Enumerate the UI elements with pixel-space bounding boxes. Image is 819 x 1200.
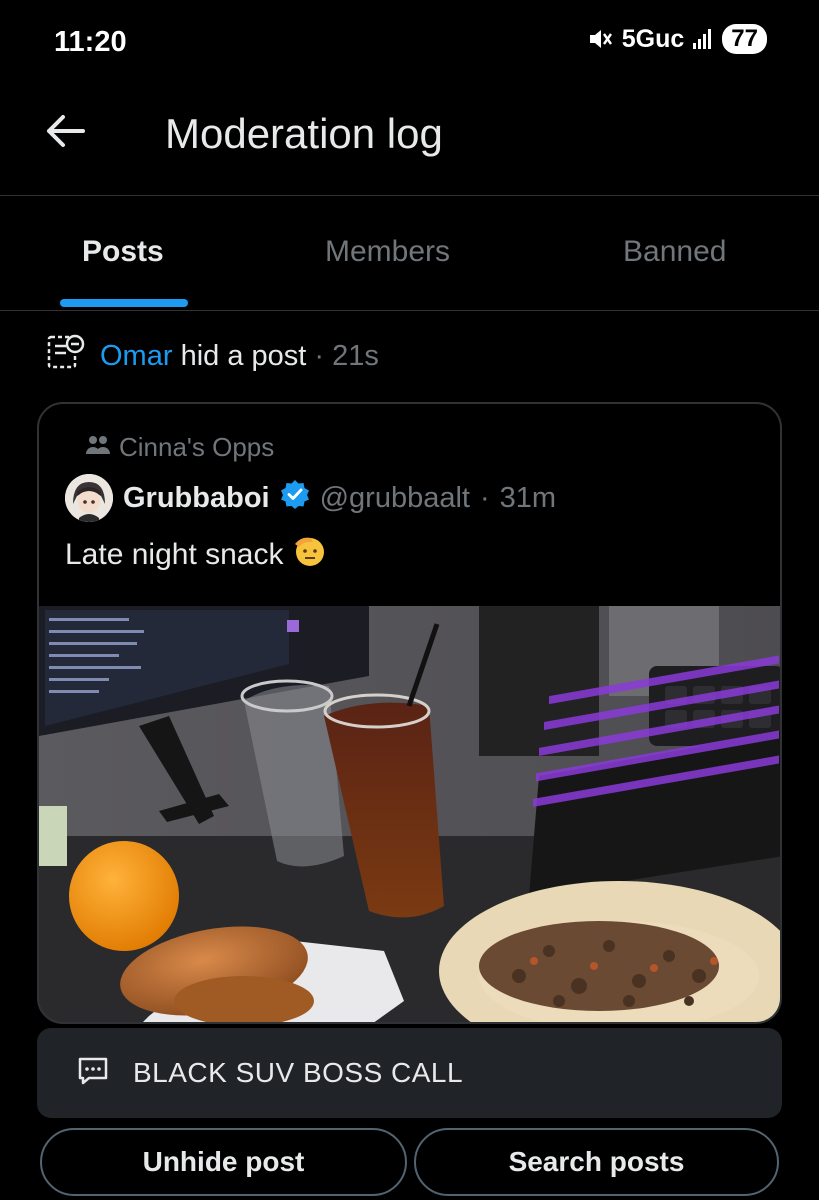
message-dots-icon bbox=[77, 1056, 109, 1091]
back-button[interactable] bbox=[40, 108, 90, 158]
community-label[interactable]: Cinna's Opps bbox=[85, 432, 274, 463]
network-label: 5Guc bbox=[621, 24, 685, 53]
post-body: Late night snack bbox=[65, 534, 327, 576]
status-bar: 11:20 5Guc 77 bbox=[0, 0, 819, 86]
battery-indicator: 77 bbox=[722, 24, 767, 54]
post-time-separator: · bbox=[479, 481, 490, 514]
active-tab-indicator bbox=[60, 299, 188, 307]
tab-banned-label: Banned bbox=[623, 235, 727, 268]
tab-posts-label: Posts bbox=[82, 235, 164, 268]
unhide-post-button[interactable]: Unhide post bbox=[40, 1128, 407, 1196]
tab-bar: Posts Members Banned bbox=[0, 197, 819, 311]
moderation-log-icon bbox=[46, 332, 86, 380]
tab-banned[interactable]: Banned bbox=[535, 197, 819, 310]
community-name: Cinna's Opps bbox=[119, 432, 275, 462]
community-icon bbox=[85, 432, 111, 463]
post-text: Late night snack bbox=[65, 538, 284, 571]
status-time: 11:20 bbox=[54, 26, 127, 58]
arrow-left-icon bbox=[45, 114, 85, 153]
search-posts-button[interactable]: Search posts bbox=[414, 1128, 779, 1196]
status-icons: 5Guc 77 bbox=[588, 24, 767, 54]
avatar[interactable] bbox=[65, 474, 113, 522]
log-action-text: hid a post bbox=[180, 339, 307, 372]
post-image[interactable] bbox=[39, 606, 780, 1022]
post-timestamp: 31m bbox=[499, 481, 557, 514]
saluting-face-emoji bbox=[293, 534, 327, 576]
log-separator: · bbox=[314, 339, 325, 372]
tab-members[interactable]: Members bbox=[260, 197, 535, 310]
author-name[interactable]: Grubbaboi bbox=[123, 482, 270, 515]
mute-icon bbox=[588, 27, 614, 51]
verified-badge-icon bbox=[280, 479, 310, 517]
top-app-bar: Moderation log bbox=[0, 86, 819, 196]
tab-posts[interactable]: Posts bbox=[0, 197, 260, 310]
log-entry-summary: Omar hid a post · 21s bbox=[46, 332, 379, 380]
post-author-row: Grubbaboi @grubbaalt · 31m bbox=[65, 474, 556, 522]
tab-members-label: Members bbox=[325, 235, 451, 268]
hidden-post-card[interactable]: Cinna's Opps Grubbaboi @grubbaalt · 31m bbox=[37, 402, 782, 1024]
author-handle: @grubbaalt bbox=[319, 481, 470, 514]
hide-reason-note: BLACK SUV BOSS CALL bbox=[37, 1028, 782, 1118]
log-timestamp: 21s bbox=[332, 339, 379, 372]
page-title: Moderation log bbox=[165, 110, 443, 157]
signal-icon bbox=[692, 28, 714, 50]
log-actor-link[interactable]: Omar bbox=[100, 340, 173, 372]
hide-reason-text: BLACK SUV BOSS CALL bbox=[133, 1057, 464, 1088]
